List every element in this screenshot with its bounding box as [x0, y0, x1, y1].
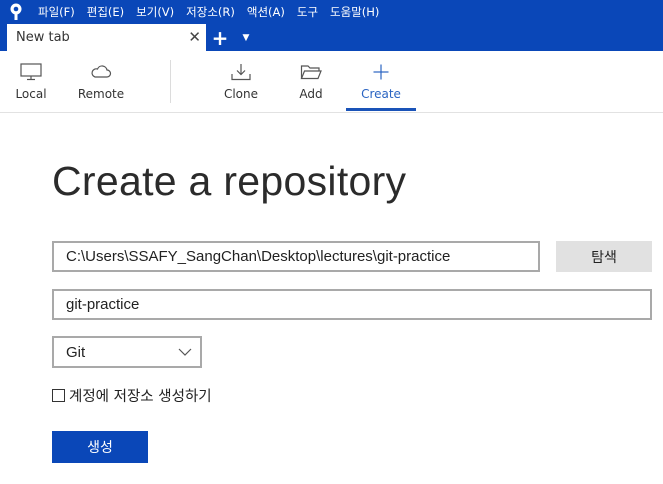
repo-name-input[interactable]: git-practice: [52, 289, 652, 320]
add-label: Add: [299, 87, 323, 101]
menu-bar: 파일(F) 편집(E) 보기(V) 저장소(R) 액션(A) 도구 도움말(H): [0, 0, 663, 24]
account-checkbox-label: 계정에 저장소 생성하기: [69, 389, 212, 405]
vcs-type-select[interactable]: Git: [52, 336, 202, 368]
create-label: Create: [361, 87, 401, 101]
clone-label: Clone: [223, 87, 259, 101]
path-input[interactable]: C:\Users\SSAFY_SangChan\Desktop\lectures…: [52, 241, 540, 272]
browse-label: 탐색: [591, 249, 617, 266]
active-tool-indicator: [346, 108, 416, 111]
create-button[interactable]: 생성: [52, 431, 148, 463]
remote-button[interactable]: Remote: [76, 51, 126, 112]
remote-label: Remote: [77, 87, 125, 101]
menu-help[interactable]: 도움말(H): [324, 0, 385, 24]
path-input-value: C:\Users\SSAFY_SangChan\Desktop\lectures…: [66, 248, 451, 265]
add-tab-icon[interactable]: +: [206, 24, 234, 51]
chevron-down-icon[interactable]: ▼: [234, 24, 258, 51]
close-icon[interactable]: ✕: [188, 30, 201, 45]
menu-file[interactable]: 파일(F): [32, 0, 81, 24]
local-label: Local: [15, 87, 47, 101]
repo-name-value: git-practice: [66, 296, 140, 313]
vcs-selected-value: Git: [66, 343, 86, 361]
browse-button[interactable]: 탐색: [556, 241, 652, 272]
chevron-down-icon: [178, 348, 192, 356]
app-logo-icon[interactable]: [0, 0, 32, 24]
menu-repository[interactable]: 저장소(R): [180, 0, 241, 24]
menu-view[interactable]: 보기(V): [130, 0, 180, 24]
menu-actions[interactable]: 액션(A): [241, 0, 291, 24]
create-tab-button[interactable]: Create: [346, 51, 416, 112]
account-checkbox-row[interactable]: 계정에 저장소 생성하기: [52, 385, 212, 406]
local-button[interactable]: Local: [8, 51, 54, 112]
page-title: Create a repository: [52, 158, 407, 204]
toolbar-divider: [170, 60, 171, 103]
tab-title: New tab: [16, 30, 70, 45]
toolbar: Local Remote Clone Add Create: [0, 51, 663, 113]
menu-tools[interactable]: 도구: [291, 0, 324, 24]
tab-new-tab[interactable]: New tab ✕: [7, 24, 206, 51]
monitor-icon: [20, 63, 42, 81]
account-checkbox[interactable]: [52, 389, 65, 402]
clone-button[interactable]: Clone: [218, 51, 264, 112]
menu-edit[interactable]: 편집(E): [81, 0, 130, 24]
folder-icon: [300, 65, 322, 80]
create-button-label: 생성: [87, 440, 113, 456]
download-icon: [231, 64, 251, 81]
add-button[interactable]: Add: [288, 51, 334, 112]
cloud-icon: [91, 65, 112, 78]
plus-icon: [373, 64, 389, 80]
tab-bar: New tab ✕ + ▼: [0, 24, 663, 51]
